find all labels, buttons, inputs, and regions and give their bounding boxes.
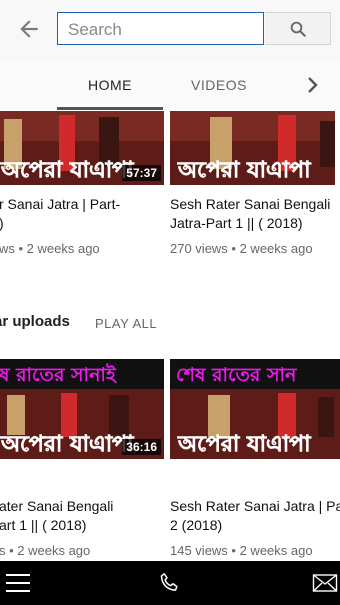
channel-tabs: HOME VIDEOS (0, 60, 340, 110)
chevron-right-icon[interactable] (300, 73, 324, 97)
video-thumbnail[interactable]: ষ রাতের সানাই অপেরা যাএাপা 36:16 (0, 359, 164, 459)
section-title: ar uploads (0, 313, 70, 330)
video-title[interactable]: ater Sanai Bengali art 1 || ( 2018) (0, 497, 164, 535)
video-title-line: ) (0, 214, 164, 233)
video-title-line: Jatra-Part 1 || ( 2018) (170, 215, 303, 231)
back-arrow-icon[interactable] (16, 16, 42, 42)
video-title-line: r Sanai Jatra | Part- (0, 196, 121, 212)
video-title[interactable]: r Sanai Jatra | Part- ) (0, 195, 164, 233)
video-meta: s • 2 weeks ago (0, 543, 91, 558)
thumbnail-top-caption: ষ রাতের সানাই (0, 363, 118, 386)
phone-icon[interactable] (157, 569, 183, 597)
video-meta: 270 views • 2 weeks ago (170, 241, 313, 256)
thumbnail-caption: অপেরা যাএাপা (0, 432, 135, 457)
play-all-button[interactable]: PLAY ALL (95, 316, 157, 331)
top-bar (0, 0, 340, 60)
video-thumbnail[interactable]: অপেরা যাএাপা 57:37 (0, 111, 164, 185)
video-title[interactable]: Sesh Rater Sanai Jatra | Pa 2 (2018) (170, 497, 340, 535)
thumbnail-caption: অপেরা যাএাপা (177, 158, 312, 183)
bottom-action-bar (0, 561, 340, 605)
video-meta: 145 views • 2 weeks ago (170, 543, 313, 558)
mail-icon[interactable] (312, 569, 338, 597)
video-title-line: art 1 || ( 2018) (0, 517, 87, 533)
thumbnail-image: অপেরা যাএাপা (170, 111, 335, 185)
video-title-line: ater Sanai Bengali (0, 498, 114, 514)
tab-videos[interactable]: VIDEOS (180, 60, 258, 110)
search-input[interactable] (66, 13, 260, 46)
thumbnail-image: শেষ রাতের সান অপেরা যাএাপা (170, 359, 340, 459)
video-title-line: Sesh Rater Sanai Bengali (170, 196, 331, 212)
video-thumbnail[interactable]: শেষ রাতের সান অপেরা যাএাপা (170, 359, 340, 459)
video-meta: ws • 2 weeks ago (0, 241, 100, 256)
video-duration: 36:16 (122, 439, 161, 455)
thumbnail-caption: অপেরা যাএাপা (177, 432, 312, 457)
video-title-line: 2 (2018) (170, 517, 223, 533)
search-icon (290, 21, 306, 37)
video-duration: 57:37 (122, 165, 161, 181)
search-button[interactable] (265, 12, 331, 45)
video-title-line: Sesh Rater Sanai Jatra | Pa (170, 498, 340, 514)
video-title[interactable]: Sesh Rater Sanai Bengali Jatra-Part 1 ||… (170, 195, 340, 233)
thumbnail-top-caption: শেষ রাতের সান (176, 364, 297, 386)
video-thumbnail[interactable]: অপেরা যাএাপা (170, 111, 335, 185)
search-field[interactable] (57, 12, 264, 46)
tab-home[interactable]: HOME (57, 60, 163, 110)
thumbnail-caption: অপেরা যাএাপা (0, 158, 135, 183)
hamburger-menu-icon[interactable] (4, 569, 32, 597)
